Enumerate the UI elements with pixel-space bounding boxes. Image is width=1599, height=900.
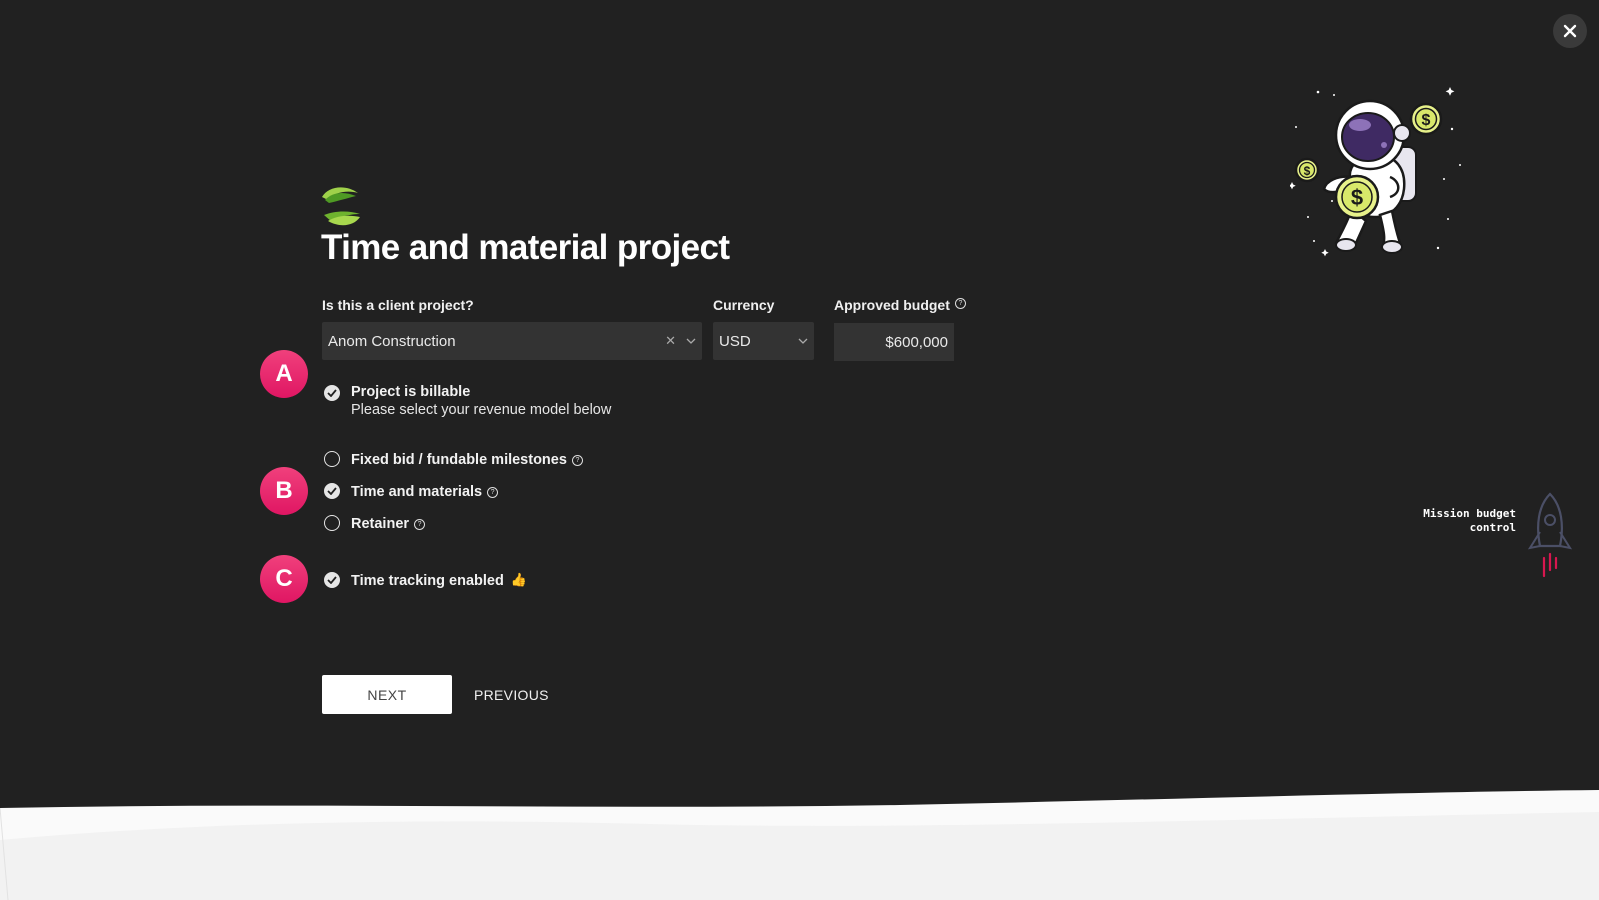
approved-budget-input[interactable]	[834, 323, 954, 361]
radio-icon	[324, 451, 340, 467]
billable-sublabel: Please select your revenue model below	[351, 402, 612, 418]
radio-retainer[interactable]: Retainer ?	[324, 515, 426, 533]
help-icon[interactable]: ?	[954, 298, 966, 309]
chevron-down-icon[interactable]	[686, 338, 696, 344]
check-icon	[324, 385, 340, 401]
billable-label: Project is billable	[351, 384, 471, 400]
next-button[interactable]: NEXT	[322, 675, 452, 714]
help-icon[interactable]: ?	[487, 487, 499, 498]
time-tracking-label: Time tracking enabled	[351, 573, 504, 589]
budget-label-row: Approved budget?	[834, 297, 966, 313]
time-and-materials-label: Time and materials	[351, 484, 483, 500]
step-marker-a: A	[260, 350, 308, 398]
mission-line-1: Mission budget	[1423, 507, 1516, 520]
client-value: Anom Construction	[328, 332, 456, 350]
help-icon[interactable]: ?	[571, 455, 583, 466]
retainer-label: Retainer	[351, 516, 410, 532]
billable-checkbox[interactable]: Project is billable Please select your r…	[324, 383, 611, 419]
radio-fixed-bid[interactable]: Fixed bid / fundable milestones ?	[324, 451, 583, 469]
client-select[interactable]: Anom Construction ✕	[322, 322, 702, 360]
svg-text:$: $	[1422, 112, 1431, 129]
currency-value: USD	[719, 332, 751, 350]
step-marker-b: B	[260, 467, 308, 515]
help-icon[interactable]: ?	[414, 519, 426, 530]
currency-label: Currency	[713, 297, 775, 313]
astronaut-illustration: $ $ $	[1290, 87, 1461, 257]
budget-label: Approved budget	[834, 297, 950, 313]
mission-label: Mission budget control	[1396, 507, 1516, 535]
ground-decoration	[0, 790, 1599, 900]
step-marker-c: C	[260, 555, 308, 603]
previous-button[interactable]: PREVIOUS	[470, 675, 553, 714]
app-logo	[322, 187, 360, 226]
fixed-bid-label: Fixed bid / fundable milestones	[351, 452, 567, 468]
time-tracking-checkbox[interactable]: Time tracking enabled 👍	[324, 572, 527, 590]
page-title: Time and material project	[321, 228, 730, 267]
svg-text:$: $	[1351, 185, 1363, 210]
rocket-icon	[1527, 492, 1573, 578]
currency-select[interactable]: USD	[713, 322, 814, 360]
mission-line-2: control	[1469, 521, 1516, 534]
chevron-down-icon[interactable]	[798, 338, 808, 344]
check-icon	[324, 572, 340, 588]
close-icon	[1563, 24, 1577, 38]
check-icon	[324, 483, 340, 499]
client-label: Is this a client project?	[322, 297, 474, 313]
thumbs-up-icon: 👍	[510, 572, 528, 587]
radio-time-and-materials[interactable]: Time and materials ?	[324, 483, 499, 501]
clear-icon[interactable]: ✕	[665, 333, 676, 349]
close-button[interactable]	[1553, 14, 1587, 48]
svg-text:$: $	[1304, 164, 1311, 178]
radio-icon	[324, 515, 340, 531]
